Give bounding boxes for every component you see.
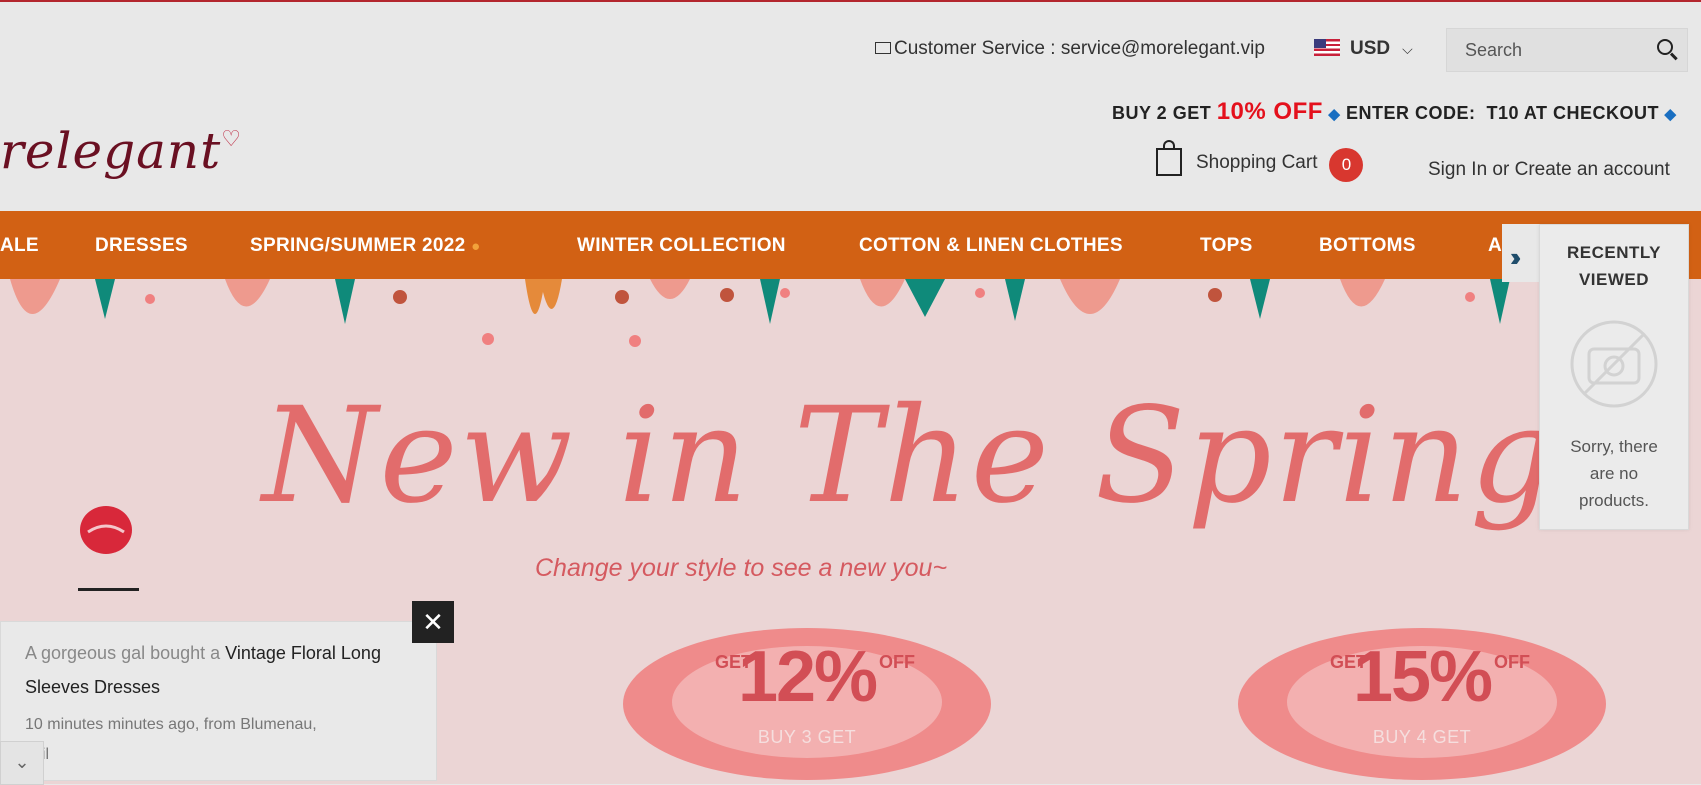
diamond-icon: ◆ <box>1664 106 1677 123</box>
badge-off-text: OFF <box>879 652 915 672</box>
signin-link[interactable]: Sign In or Create an account <box>1428 159 1670 181</box>
recently-viewed-title-line2: VIEWED <box>1578 270 1650 289</box>
notification-location: azil <box>25 740 375 770</box>
logo[interactable]: relegant♡ <box>0 122 242 180</box>
currency-selector[interactable]: USD ⌵ <box>1314 38 1413 60</box>
hero-headline: New in The Spring <box>262 379 1557 533</box>
lips-icon[interactable] <box>78 500 134 560</box>
search-box[interactable] <box>1446 28 1688 72</box>
double-chevron-right-icon: ›› <box>1510 242 1522 272</box>
promo-banner: BUY 2 GET 10% OFF ◆ ENTER CODE: T10 AT C… <box>1112 98 1677 126</box>
empty-line2: are no <box>1589 464 1639 483</box>
nav-item-bottoms[interactable]: BOTTOMS <box>1319 235 1416 257</box>
shopping-bag-icon <box>1156 140 1182 176</box>
recently-viewed-title-line1: RECENTLY <box>1566 243 1662 262</box>
badge-buy-text: BUY 3 GET <box>757 727 857 747</box>
logo-text: relegant <box>0 122 222 180</box>
search-input[interactable] <box>1463 39 1647 62</box>
diamond-icon: ◆ <box>1328 106 1341 123</box>
chevron-down-icon[interactable]: ⌄ <box>0 741 44 785</box>
shopping-cart[interactable]: Shopping Cart 0 <box>1156 140 1364 188</box>
notification-time: 10 minutes minutes ago, from Blumenau, <box>25 716 317 733</box>
currency-label: USD <box>1350 38 1391 59</box>
badge-percent: 15% <box>1352 637 1493 717</box>
fire-icon: ● <box>471 238 481 255</box>
us-flag-icon <box>1314 39 1340 56</box>
recently-viewed-title: RECENTLY VIEWED <box>1540 239 1688 293</box>
purchase-notification[interactable]: A gorgeous gal bought a Vintage Floral L… <box>0 621 437 781</box>
heart-icon: ♡ <box>221 127 242 152</box>
nav-item-dresses[interactable]: DRESSES <box>95 235 188 257</box>
floral-border <box>10 279 1510 347</box>
site-header: Customer Service : service@morelegant.vi… <box>0 2 1701 211</box>
nav-item-cotton-linen[interactable]: COTTON & LINEN CLOTHES <box>859 235 1123 257</box>
main-nav: ALE DRESSES SPRING/SUMMER 2022 ● WINTER … <box>0 211 1701 279</box>
cart-label: Shopping Cart <box>1196 152 1318 173</box>
customer-service[interactable]: Customer Service : service@morelegant.vi… <box>875 38 1265 60</box>
chevron-down-icon: ⌵ <box>1402 41 1413 57</box>
lips-underline <box>78 588 139 591</box>
nav-item-tops[interactable]: TOPS <box>1200 235 1253 257</box>
recently-viewed-empty-message: Sorry, there are no products. <box>1540 433 1688 514</box>
badge-off-text: OFF <box>1494 652 1530 672</box>
discount-badge-15[interactable]: GET 15% OFF BUY 4 GET <box>1238 624 1606 784</box>
badge-buy-text: BUY 4 GET <box>1372 727 1472 747</box>
promo-code: T10 AT CHECKOUT <box>1486 103 1660 123</box>
search-icon[interactable] <box>1657 39 1673 55</box>
nav-item-winter[interactable]: WINTER COLLECTION <box>577 235 786 257</box>
promo-part2: ENTER CODE: <box>1345 103 1476 123</box>
empty-line3: products. <box>1579 491 1649 510</box>
no-image-camera-icon <box>1570 320 1658 408</box>
recently-viewed-toggle[interactable]: ›› <box>1502 224 1540 282</box>
promo-part1: BUY 2 GET <box>1112 103 1217 123</box>
mail-icon <box>875 42 891 54</box>
nav-item-sale[interactable]: ALE <box>0 235 39 257</box>
notification-prefix: A gorgeous gal bought a <box>25 643 226 663</box>
badge-percent: 12% <box>737 637 878 717</box>
close-icon[interactable]: ✕ <box>412 601 454 643</box>
hero-subheadline: Change your style to see a new you~ <box>535 554 948 582</box>
nav-item-spring-summer[interactable]: SPRING/SUMMER 2022 ● <box>250 235 480 257</box>
notification-meta: 10 minutes minutes ago, from Blumenau, a… <box>25 710 375 770</box>
cart-count-badge: 0 <box>1329 148 1364 182</box>
customer-service-text: Customer Service : service@morelegant.vi… <box>894 38 1265 59</box>
promo-highlight: 10% OFF <box>1216 98 1323 125</box>
empty-line1: Sorry, there <box>1570 437 1658 456</box>
nav-item-more[interactable]: A <box>1488 235 1502 257</box>
recently-viewed-panel: RECENTLY VIEWED Sorry, there are no prod… <box>1539 224 1689 530</box>
nav-item-spring-summer-label: SPRING/SUMMER 2022 <box>250 235 466 256</box>
notification-message: A gorgeous gal bought a Vintage Floral L… <box>25 636 425 704</box>
discount-badge-12[interactable]: GET 12% OFF BUY 3 GET <box>623 624 991 784</box>
